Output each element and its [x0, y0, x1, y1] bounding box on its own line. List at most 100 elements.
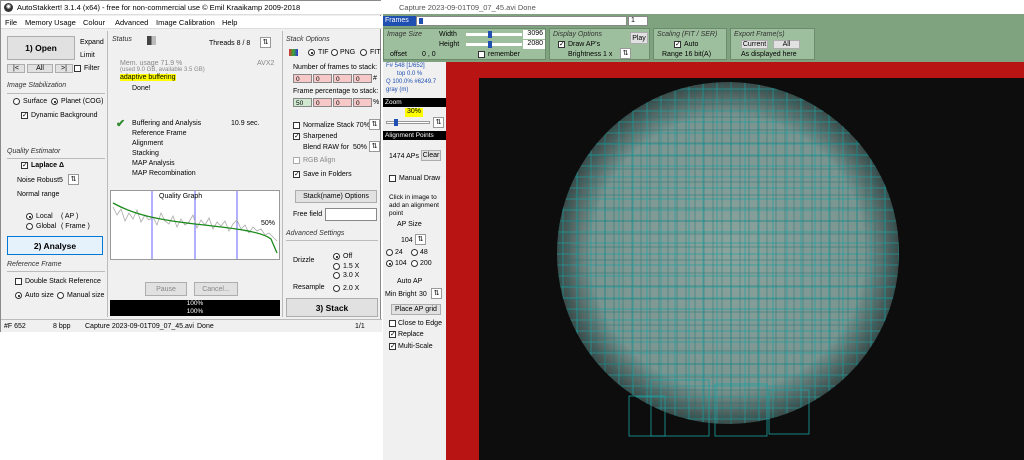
menu-memory-usage[interactable]: Memory Usage: [25, 18, 76, 27]
num-frames-input-3[interactable]: 0: [333, 74, 352, 83]
analyse-button[interactable]: 2) Analyse: [7, 236, 103, 255]
dynamic-background-checkbox[interactable]: ✓: [21, 112, 28, 119]
filter-checkbox[interactable]: [74, 65, 81, 72]
surface-radio[interactable]: [13, 98, 20, 105]
ap-size-200-radio[interactable]: [411, 260, 418, 267]
local-radio[interactable]: [26, 213, 33, 220]
height-input[interactable]: 2080: [523, 40, 545, 49]
main-window: ◉ AutoStakkert! 3.1.4 (x64) - free for n…: [0, 0, 382, 332]
png-radio[interactable]: [331, 49, 338, 56]
resample-20-radio[interactable]: [333, 285, 340, 292]
image-canvas[interactable]: [479, 78, 1024, 460]
capture-side-panel: F# 548 [1/652] top 0.0 % Q 100.0% #6249.…: [383, 62, 446, 460]
place-ap-grid-button[interactable]: Place AP grid: [391, 304, 441, 315]
manual-size-radio[interactable]: [57, 292, 64, 299]
pct-frames-input-1[interactable]: 50: [293, 98, 312, 107]
image-viewport[interactable]: [446, 62, 1024, 460]
open-button[interactable]: 1) Open: [7, 36, 75, 60]
noise-robust-spinner[interactable]: ⇅: [68, 174, 79, 185]
divider: [286, 240, 378, 241]
ap-size-spinner[interactable]: ⇅: [415, 234, 426, 245]
frame-number-input[interactable]: 1: [628, 16, 648, 26]
as-displayed-label: As displayed here: [741, 51, 797, 58]
multi-scale-label: Multi-Scale: [398, 343, 433, 350]
pause-button[interactable]: Pause: [145, 282, 187, 296]
zoom-slider[interactable]: [386, 119, 430, 126]
draw-aps-checkbox[interactable]: ✓: [558, 41, 565, 48]
planet-radio[interactable]: [51, 98, 58, 105]
auto-size-radio[interactable]: [15, 292, 22, 299]
frames-slider[interactable]: [416, 16, 627, 26]
planet-image[interactable]: [479, 78, 1024, 460]
all-frames-button[interactable]: All: [27, 64, 53, 73]
brightness-spinner[interactable]: ⇅: [620, 48, 631, 59]
menu-colour[interactable]: Colour: [83, 18, 105, 27]
remember-checkbox[interactable]: [478, 51, 485, 58]
global-frame-label: ( Frame ): [61, 223, 90, 230]
first-frame-button[interactable]: |<: [7, 64, 25, 73]
play-button[interactable]: Play: [630, 32, 648, 44]
tif-label: TIF: [318, 49, 329, 56]
scaling-auto-checkbox[interactable]: ✓: [674, 41, 681, 48]
laplace-checkbox[interactable]: ✓: [21, 162, 28, 169]
manual-draw-checkbox[interactable]: [389, 175, 396, 182]
replace-checkbox[interactable]: ✓: [389, 331, 396, 338]
statusbar-page: 1/1: [355, 323, 365, 330]
tif-radio[interactable]: [308, 49, 315, 56]
step-reference-frame: Reference Frame: [132, 130, 187, 137]
frames-slider-thumb[interactable]: [419, 18, 423, 24]
normalize-stack-checkbox[interactable]: [293, 122, 300, 129]
stack-button[interactable]: 3) Stack: [286, 298, 378, 317]
threads-spinner[interactable]: ⇅: [260, 37, 271, 48]
noise-robust-value: 5: [59, 177, 63, 184]
top-percent: top 0.0 %: [397, 71, 423, 77]
cancel-button[interactable]: Cancel...: [194, 282, 238, 296]
capture-title-bar: Capture 2023-09-01T09_07_45.avi Done: [383, 0, 1024, 14]
zoom-spinner[interactable]: ⇅: [433, 117, 444, 128]
limit-label[interactable]: Limit: [80, 52, 95, 59]
pct-frames-input-4[interactable]: 0: [353, 98, 372, 107]
normalize-spinner[interactable]: ⇅: [369, 119, 380, 130]
last-frame-button[interactable]: >|: [55, 64, 73, 73]
pct-frames-input-2[interactable]: 0: [313, 98, 332, 107]
step-buffering: Buffering and Analysis: [132, 120, 202, 127]
free-field-input[interactable]: [325, 208, 377, 221]
rgb-align-label: RGB Align: [303, 157, 336, 164]
min-bright-spinner[interactable]: ⇅: [431, 288, 442, 299]
rgb-align-checkbox[interactable]: [293, 157, 300, 164]
menu-help[interactable]: Help: [222, 18, 237, 27]
menu-image-calibration[interactable]: Image Calibration: [156, 18, 215, 27]
export-current-button[interactable]: Current: [741, 40, 768, 49]
divider: [7, 271, 105, 272]
stack-name-options-button[interactable]: Stack(name) Options: [295, 190, 377, 203]
num-frames-input-2[interactable]: 0: [313, 74, 332, 83]
fit-radio[interactable]: [360, 49, 367, 56]
ap-size-48-radio[interactable]: [411, 249, 418, 256]
ap-size-24-radio[interactable]: [386, 249, 393, 256]
drizzle-15-radio[interactable]: [333, 263, 340, 270]
blend-spinner[interactable]: ⇅: [369, 141, 380, 152]
global-radio[interactable]: [26, 223, 33, 230]
num-frames-input-1[interactable]: 0: [293, 74, 312, 83]
num-frames-input-4[interactable]: 0: [353, 74, 372, 83]
expand-label[interactable]: Expand: [80, 39, 104, 46]
drizzle-30-radio[interactable]: [333, 272, 340, 279]
save-folders-checkbox[interactable]: ✓: [293, 171, 300, 178]
menu-file[interactable]: File: [5, 18, 17, 27]
sharpened-label: Sharpened: [303, 133, 338, 140]
ap-size-104-radio[interactable]: [386, 260, 393, 267]
clear-aps-button[interactable]: Clear: [421, 150, 441, 161]
min-bright-value: 30: [419, 291, 427, 298]
multi-scale-checkbox[interactable]: ✓: [389, 343, 396, 350]
menu-advanced[interactable]: Advanced: [115, 18, 148, 27]
close-to-edge-checkbox[interactable]: [389, 320, 396, 327]
pct-frames-input-3[interactable]: 0: [333, 98, 352, 107]
drizzle-off-radio[interactable]: [333, 253, 340, 260]
export-all-button[interactable]: All: [773, 40, 800, 49]
resample-label: Resample: [293, 284, 325, 291]
height-slider[interactable]: [466, 41, 522, 48]
double-stack-checkbox[interactable]: [15, 278, 22, 285]
width-slider[interactable]: [466, 31, 522, 38]
sharpened-checkbox[interactable]: ✓: [293, 133, 300, 140]
width-input[interactable]: 3096: [523, 30, 545, 39]
